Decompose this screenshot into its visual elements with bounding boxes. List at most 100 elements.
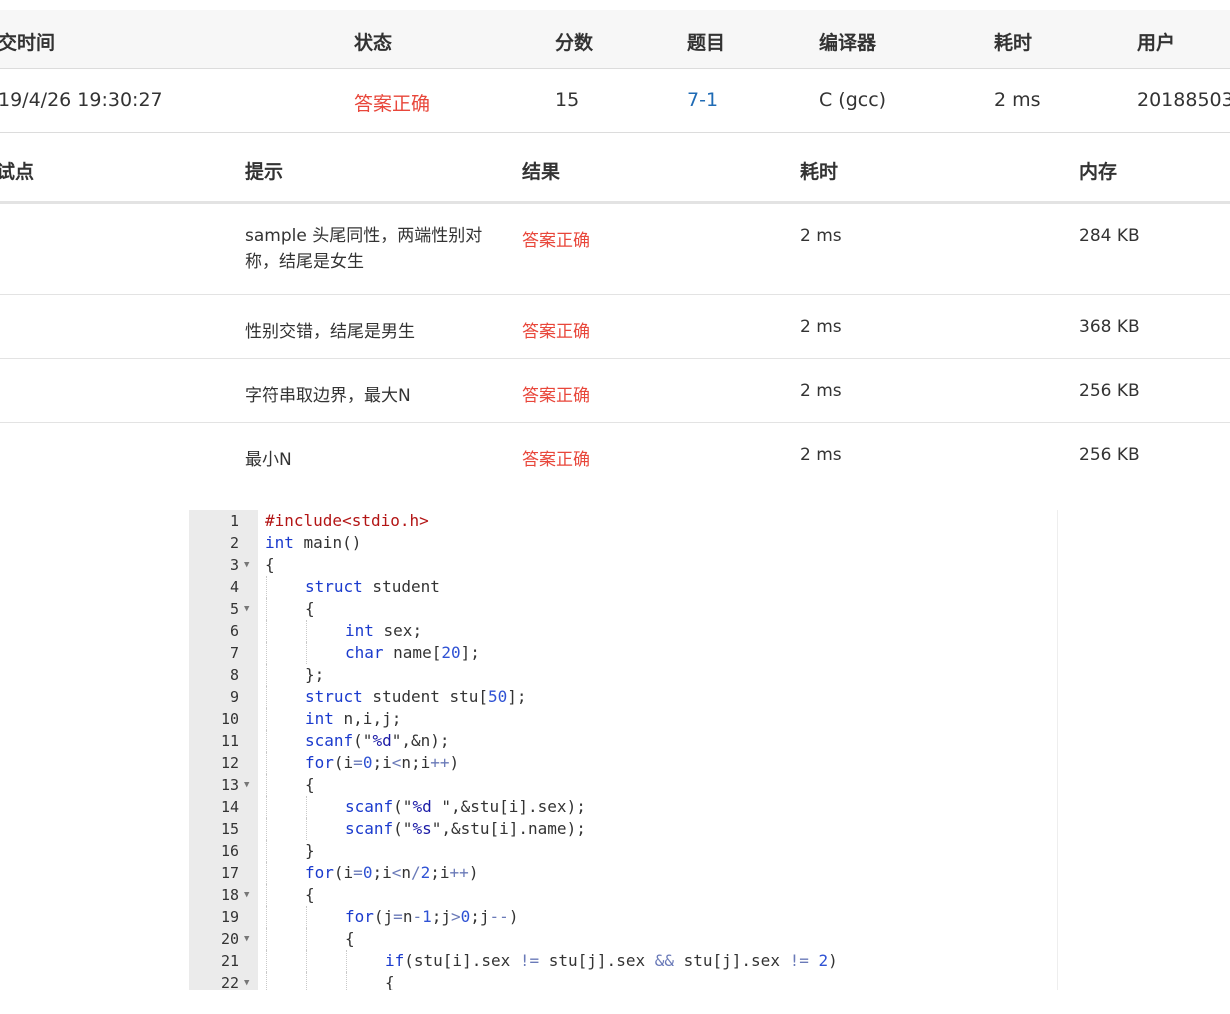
indent-guide xyxy=(306,642,307,664)
code-token: ) xyxy=(828,951,838,970)
code-token: %s xyxy=(412,819,432,838)
code-token: 0 xyxy=(460,907,471,926)
code-text: scanf("%s",&stu[i].name); xyxy=(345,818,586,840)
table-row: 性别交错，结尾是男生 答案正确 2 ms 368 KB xyxy=(0,295,1230,359)
code-token: 1 xyxy=(422,907,432,926)
code-token: stu[j].sex xyxy=(673,951,790,970)
indent-guide xyxy=(266,752,267,774)
code-line: 9 struct student stu[50]; xyxy=(189,686,1057,708)
header-elapsed: 耗时 xyxy=(994,32,1033,54)
line-number: 1 xyxy=(229,512,239,530)
code-token: ;i xyxy=(430,863,450,882)
line-number: 15 xyxy=(220,820,239,838)
code-line: 12 for(i=0;i<n;i++) xyxy=(189,752,1057,774)
case-memory: 256 KB xyxy=(1079,445,1140,465)
code-line: 11 scanf("%d",&n); xyxy=(189,730,1057,752)
code-token: 0 xyxy=(362,753,373,772)
fold-toggle-icon[interactable]: ▼ xyxy=(244,884,249,906)
header-compiler: 编译器 xyxy=(819,32,877,54)
line-number: 20 xyxy=(220,930,239,948)
line-number: 14 xyxy=(220,798,239,816)
code-line: 22 ▼ { xyxy=(189,972,1057,990)
indent-guide xyxy=(266,730,267,752)
case-memory: 284 KB xyxy=(1079,226,1140,246)
code-text: int n,i,j; xyxy=(305,708,401,730)
code-text: { xyxy=(305,598,315,620)
fold-toggle-icon[interactable]: ▼ xyxy=(244,554,249,576)
line-number: 17 xyxy=(220,864,239,882)
code-line: 17 for(i=0;i<n/2;i++) xyxy=(189,862,1057,884)
indent-guide xyxy=(266,840,267,862)
code-token: student stu[ xyxy=(362,687,489,706)
code-text: #include<stdio.h> xyxy=(265,510,429,532)
code-token: - xyxy=(412,907,423,926)
code-token: name[ xyxy=(383,643,442,662)
indent-guide xyxy=(266,796,267,818)
code-line: 20 ▼ { xyxy=(189,928,1057,950)
code-text: }; xyxy=(305,664,324,686)
submission-row: 19/4/26 19:30:27 答案正确 15 7-1 C (gcc) 2 m… xyxy=(0,69,1230,133)
table-row: sample 头尾同性，两端性别对称，结尾是女生 答案正确 2 ms 284 K… xyxy=(0,204,1230,295)
fold-toggle-icon[interactable]: ▼ xyxy=(244,774,249,796)
header-submit-time: 交时间 xyxy=(0,32,56,54)
fold-toggle-icon[interactable]: ▼ xyxy=(244,972,249,990)
code-editor[interactable]: 1 #include<stdio.h> 2 int main() 3 ▼ {4 struct … xyxy=(189,510,1058,990)
indent-guide xyxy=(266,972,267,990)
code-token: main() xyxy=(293,533,362,552)
case-hint: 最小N xyxy=(245,450,292,470)
code-line: 6 int sex; xyxy=(189,620,1057,642)
indent-guide xyxy=(266,950,267,972)
indent-guide xyxy=(346,950,347,972)
code-token: } xyxy=(305,841,315,860)
case-time: 2 ms xyxy=(800,381,842,401)
header-test-point: 试点 xyxy=(0,161,35,183)
submission-table: 交时间 状态 分数 题目 编译器 耗时 用户 19/4/26 19:30:27 … xyxy=(0,10,1230,133)
code-token: for xyxy=(305,753,334,772)
header-result: 结果 xyxy=(522,161,561,183)
code-token: stu[j].sex xyxy=(539,951,655,970)
code-token: ;i xyxy=(372,753,392,772)
code-token: ]; xyxy=(507,687,527,706)
code-text: for(i=0;i<n;i++) xyxy=(305,752,459,774)
code-token: = xyxy=(353,753,363,772)
code-token: n xyxy=(402,907,413,926)
line-number: 10 xyxy=(220,710,239,728)
case-hint: 性别交错，结尾是男生 xyxy=(245,322,415,342)
indent-guide xyxy=(266,686,267,708)
code-token: n,i,j; xyxy=(333,709,402,728)
code-token: ;j xyxy=(470,907,490,926)
code-token: int xyxy=(345,621,374,640)
code-token: < xyxy=(391,863,402,882)
indent-guide xyxy=(266,664,267,686)
fold-toggle-icon[interactable]: ▼ xyxy=(244,928,249,950)
code-token: ++ xyxy=(430,753,450,772)
indent-guide xyxy=(306,972,307,990)
score-value: 15 xyxy=(555,89,580,111)
code-token: (" xyxy=(393,819,413,838)
code-token: #include<stdio.h> xyxy=(265,511,429,530)
code-token: 2 xyxy=(818,951,829,970)
code-token: ;i xyxy=(372,863,392,882)
line-number: 13 xyxy=(220,776,239,794)
fold-toggle-icon[interactable]: ▼ xyxy=(244,598,249,620)
indent-guide xyxy=(266,642,267,664)
code-token: { xyxy=(305,599,315,618)
header-hint: 提示 xyxy=(245,161,284,183)
code-token: 2 xyxy=(420,863,431,882)
code-text: scanf("%d",&n); xyxy=(305,730,450,752)
indent-guide xyxy=(306,906,307,928)
code-token: ",&n); xyxy=(391,731,450,750)
code-token: && xyxy=(654,951,674,970)
code-text: char name[20]; xyxy=(345,642,480,664)
line-number: 22 xyxy=(220,974,239,990)
problem-link[interactable]: 7-1 xyxy=(687,89,718,111)
indent-guide xyxy=(306,620,307,642)
code-token: if xyxy=(385,951,405,970)
code-line: 19 for(j=n-1;j>0;j--) xyxy=(189,906,1057,928)
indent-guide xyxy=(266,576,267,598)
code-token: { xyxy=(265,555,275,574)
code-line: 14 scanf("%d ",&stu[i].sex); xyxy=(189,796,1057,818)
code-token: 20 xyxy=(441,643,461,662)
status-badge: 答案正确 xyxy=(354,93,431,115)
code-token: ) xyxy=(449,753,460,772)
